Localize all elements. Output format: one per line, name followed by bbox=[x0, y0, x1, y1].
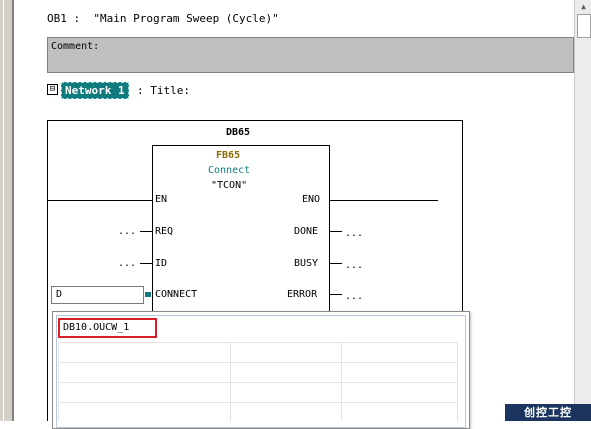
connect-param-input[interactable]: D bbox=[51, 286, 144, 304]
pin-connect-label: CONNECT bbox=[155, 289, 198, 300]
comment-label: Comment: bbox=[51, 41, 100, 52]
fb-symbol-label: "TCON" bbox=[211, 180, 248, 191]
pin-done-label: DONE bbox=[294, 226, 319, 237]
pin-id-label: ID bbox=[155, 258, 168, 269]
fb-number-label: FB65 bbox=[216, 150, 241, 161]
block-title: OB1 : "Main Program Sweep (Cycle)" bbox=[47, 12, 279, 25]
pin-busy-wire bbox=[330, 263, 342, 264]
pin-req-value[interactable]: ... bbox=[118, 226, 136, 238]
fb-comment-label: Connect bbox=[208, 165, 251, 176]
scroll-up-arrow-icon[interactable]: ▲ bbox=[575, 0, 591, 14]
pin-eno-label: ENO bbox=[302, 194, 321, 205]
autocomplete-selected-entry[interactable]: DB10.OUCW_1 bbox=[58, 318, 157, 338]
en-power-line bbox=[47, 200, 152, 201]
connect-pin-marker bbox=[145, 292, 151, 297]
pin-en-label: EN bbox=[155, 194, 168, 205]
autocomplete-list-grid[interactable] bbox=[58, 342, 458, 421]
connect-param-value: D bbox=[56, 289, 63, 300]
network-label[interactable]: Network 1 bbox=[61, 82, 129, 99]
pin-error-label: ERROR bbox=[287, 289, 318, 300]
vertical-scrollbar[interactable]: ▲ bbox=[574, 0, 591, 421]
pin-error-value[interactable]: ... bbox=[345, 291, 363, 303]
pin-id-value[interactable]: ... bbox=[118, 258, 136, 270]
autocomplete-entry-text: DB10.OUCW_1 bbox=[63, 322, 130, 333]
network-collapse-icon[interactable]: ⊟ bbox=[47, 84, 58, 95]
block-comment-field[interactable]: Comment: bbox=[47, 37, 574, 73]
pin-req-wire bbox=[140, 231, 152, 232]
scroll-thumb[interactable] bbox=[577, 14, 591, 38]
network-title[interactable]: : Title: bbox=[137, 84, 190, 97]
pin-req-label: REQ bbox=[155, 226, 174, 237]
instance-db-label[interactable]: DB65 bbox=[226, 127, 250, 139]
pin-busy-label: BUSY bbox=[294, 258, 319, 269]
pin-done-wire bbox=[330, 231, 342, 232]
left-pane-frame bbox=[0, 0, 14, 421]
pin-error-wire bbox=[330, 294, 342, 295]
pin-id-wire bbox=[140, 263, 152, 264]
watermark-logo: 创控工控 bbox=[505, 404, 591, 421]
pin-busy-value[interactable]: ... bbox=[345, 260, 363, 272]
eno-power-line bbox=[330, 200, 438, 201]
pin-done-value[interactable]: ... bbox=[345, 228, 363, 240]
